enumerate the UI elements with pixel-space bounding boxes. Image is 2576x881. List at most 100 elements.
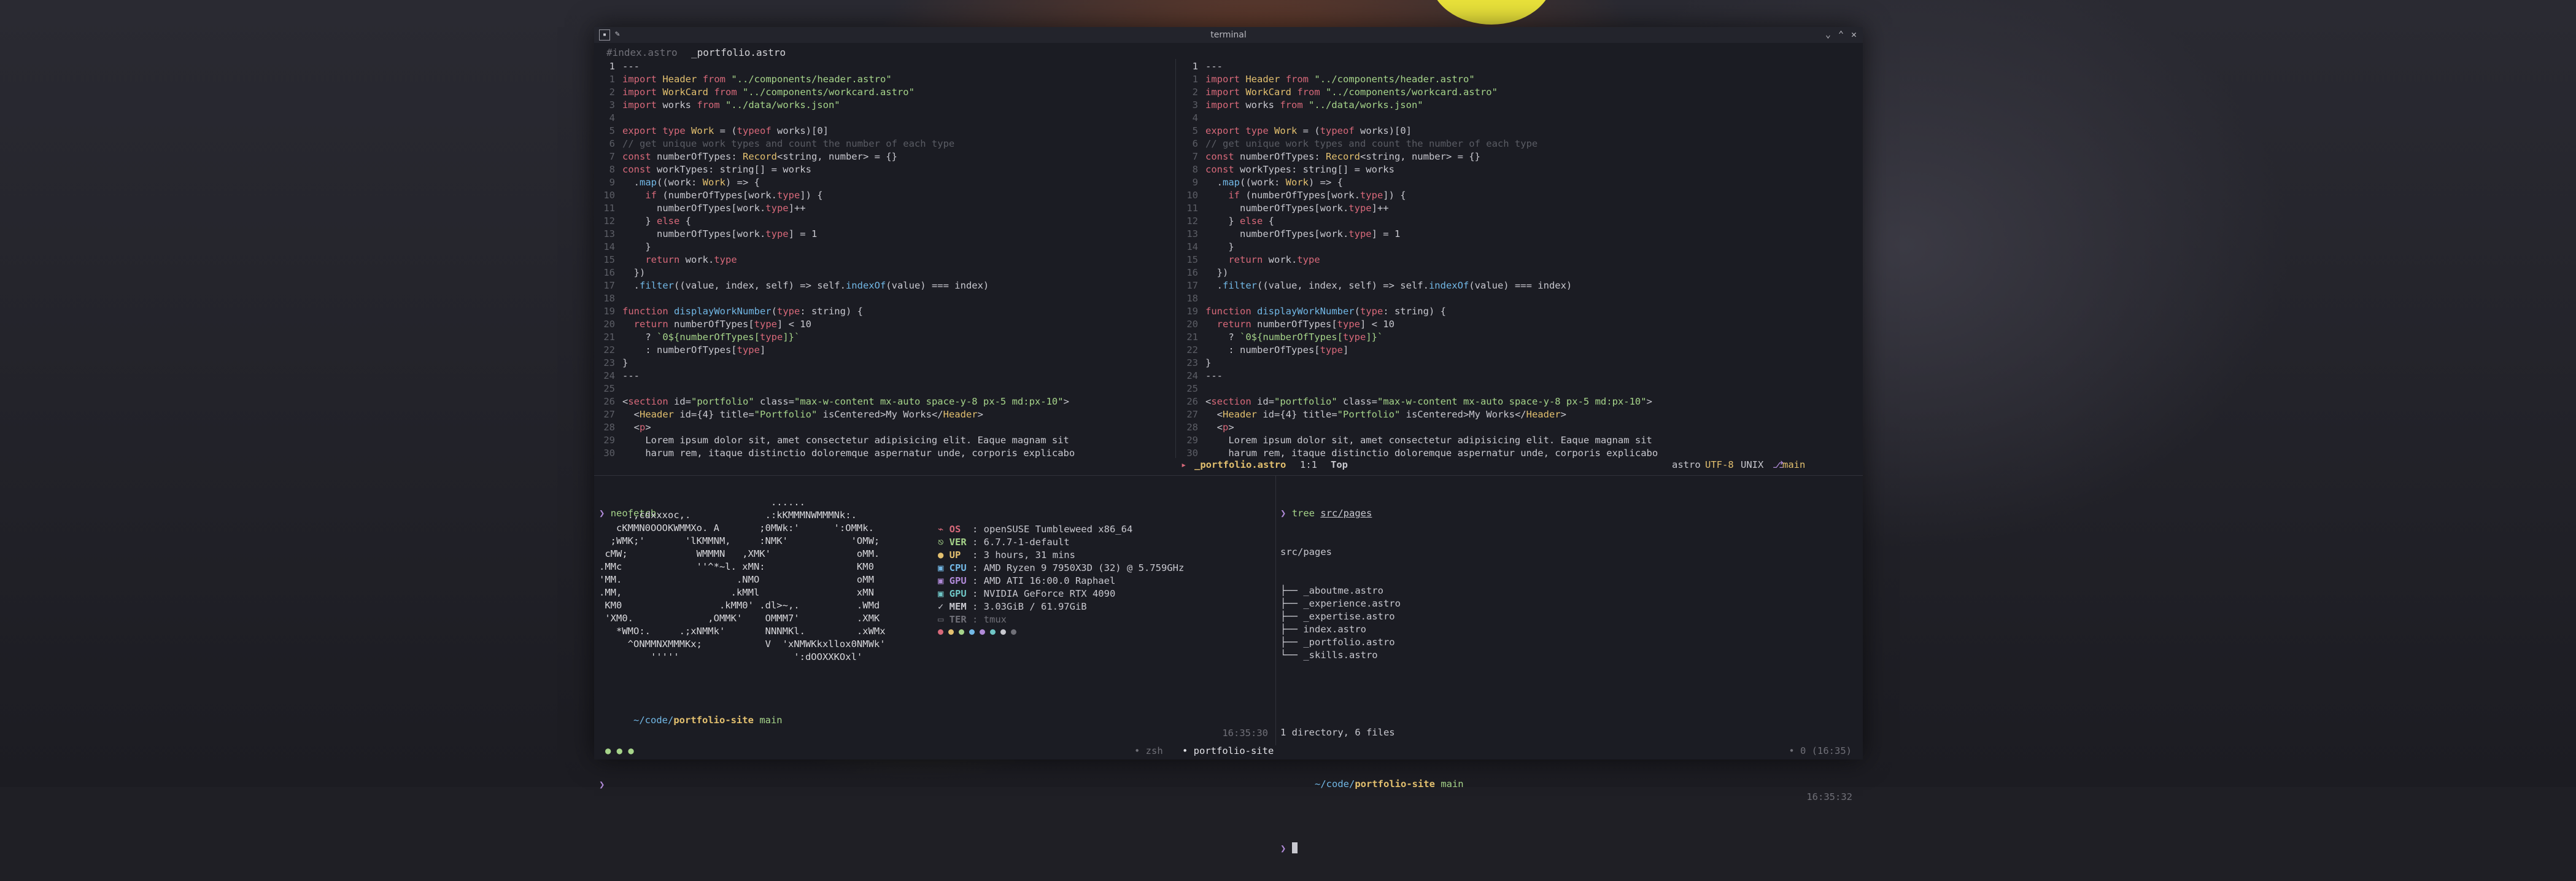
- code-line[interactable]: 11 numberOfTypes[work.type]++: [594, 202, 1174, 215]
- code-line[interactable]: 25: [1177, 382, 1859, 395]
- command-arg: src/pages: [1320, 508, 1372, 519]
- ascii-art-line: ''''' ':dOOXXKOxl': [599, 651, 863, 662]
- code-line[interactable]: 1 ---: [1177, 60, 1859, 73]
- shell-pane-tree[interactable]: ❯ tree src/pages src/pages ├── _aboutme.…: [1280, 481, 1857, 881]
- terminal-window[interactable]: ▪ ✎ terminal ⌄ ⌃ ✕ #index.astro _portfol…: [594, 27, 1863, 854]
- code-line[interactable]: 13 numberOfTypes[work.type] = 1: [594, 228, 1174, 241]
- code-line[interactable]: 7 const numberOfTypes: Record<string, num…: [594, 150, 1174, 163]
- code-line[interactable]: 4: [1177, 112, 1859, 125]
- sysinfo-label: TER: [949, 614, 972, 625]
- code-line[interactable]: 5 export type Work = (typeof works)[0]: [1177, 125, 1859, 138]
- code-line[interactable]: 5 export type Work = (typeof works)[0]: [594, 125, 1174, 138]
- line-number: 5: [1192, 125, 1198, 136]
- code-line[interactable]: 12 } else {: [1177, 215, 1859, 228]
- code-line[interactable]: 18: [1177, 292, 1859, 305]
- code-line[interactable]: 22 : numberOfTypes[type]: [594, 344, 1174, 357]
- code-line[interactable]: 21 ? `0${numberOfTypes[type]}`: [1177, 331, 1859, 344]
- code-text: numberOfTypes[work.type] = 1: [1205, 228, 1401, 239]
- code-line[interactable]: 20 return numberOfTypes[type] < 10: [594, 318, 1174, 331]
- code-line[interactable]: 24 ---: [594, 370, 1174, 382]
- tmux-window-portfolio-site[interactable]: • portfolio-site: [1182, 745, 1274, 756]
- code-line[interactable]: 6 // get unique work types and count the …: [1177, 138, 1859, 150]
- sysinfo-row: ▣ GPU : AMD ATI 16:00.0 Raphael: [938, 575, 1269, 588]
- code-line[interactable]: 4: [594, 112, 1174, 125]
- code-text: .filter((value, index, self) => self.ind…: [622, 280, 989, 291]
- tab-portfolio-astro[interactable]: _portfolio.astro: [691, 47, 786, 58]
- code-line[interactable]: 14 }: [594, 241, 1174, 254]
- code-line[interactable]: 9 .map((work: Work) => {: [594, 176, 1174, 189]
- sysinfo-value: : tmux: [972, 614, 1007, 625]
- code-line[interactable]: 25: [594, 382, 1174, 395]
- code-line[interactable]: 30 harum rem, itaque distinctio doloremq…: [1177, 447, 1859, 458]
- tmux-window-zsh[interactable]: • zsh: [1134, 745, 1163, 756]
- code-line[interactable]: 3 import works from "../data/works.json": [594, 99, 1174, 112]
- editor-statusline: ▸ _portfolio.astro 1:1 Top astro UTF-8 U…: [1176, 459, 1857, 472]
- pane-divider-horizontal[interactable]: [594, 475, 1863, 476]
- code-line[interactable]: 9 .map((work: Work) => {: [1177, 176, 1859, 189]
- code-text: } else {: [1205, 215, 1274, 227]
- code-line[interactable]: 2 import WorkCard from "../components/wor…: [594, 86, 1174, 99]
- code-line[interactable]: 20 return numberOfTypes[type] < 10: [1177, 318, 1859, 331]
- code-line[interactable]: 3 import works from "../data/works.json": [1177, 99, 1859, 112]
- code-line[interactable]: 28 <p>: [1177, 421, 1859, 434]
- line-number: 1: [1192, 61, 1198, 72]
- pane-divider-vertical[interactable]: [1275, 475, 1276, 745]
- code-line[interactable]: 23}: [594, 357, 1174, 370]
- code-line[interactable]: 22 : numberOfTypes[type]: [1177, 344, 1859, 357]
- code-line[interactable]: 26 <section id="portfolio" class="max-w-c…: [594, 395, 1174, 408]
- code-line[interactable]: 14 }: [1177, 241, 1859, 254]
- code-line[interactable]: 21 ? `0${numberOfTypes[type]}`: [594, 331, 1174, 344]
- line-number: 24: [1186, 370, 1198, 381]
- code-line[interactable]: 29 Lorem ipsum dolor sit, amet consectet…: [1177, 434, 1859, 447]
- code-line[interactable]: 1 import Header from "../components/heade…: [1177, 73, 1859, 86]
- code-line[interactable]: 7 const numberOfTypes: Record<string, num…: [1177, 150, 1859, 163]
- code-line[interactable]: 15 return work.type: [594, 254, 1174, 266]
- editor-pane-right[interactable]: 1 --- 1 import Header from "../components/h…: [1177, 60, 1859, 458]
- minimize-icon[interactable]: ⌄: [1825, 29, 1831, 40]
- code-line[interactable]: 17 .filter((value, index, self) => self.…: [594, 279, 1174, 292]
- code-line[interactable]: 23}: [1177, 357, 1859, 370]
- code-line[interactable]: 24 ---: [1177, 370, 1859, 382]
- code-line[interactable]: 12 } else {: [594, 215, 1174, 228]
- palette-swatch: [959, 629, 964, 635]
- code-line[interactable]: 1 import Header from "../components/heade…: [594, 73, 1174, 86]
- code-line[interactable]: 18: [594, 292, 1174, 305]
- code-line[interactable]: 19 function displayWorkNumber(type: strin…: [1177, 305, 1859, 318]
- code-line[interactable]: 28 <p>: [594, 421, 1174, 434]
- code-text: if (numberOfTypes[work.type]) {: [1228, 190, 1406, 201]
- close-icon[interactable]: ✕: [1851, 29, 1857, 40]
- code-line[interactable]: 6 // get unique work types and count the …: [594, 138, 1174, 150]
- code-line[interactable]: 10 if (numberOfTypes[work.type]) {: [594, 189, 1174, 202]
- code-line[interactable]: 13 numberOfTypes[work.type] = 1: [1177, 228, 1859, 241]
- code-line[interactable]: 1 ---: [594, 60, 1174, 73]
- window-titlebar[interactable]: ▪ ✎ terminal ⌄ ⌃ ✕: [594, 27, 1863, 43]
- code-line[interactable]: 2 import WorkCard from "../components/wor…: [1177, 86, 1859, 99]
- code-line[interactable]: 8 const workTypes: string[] = works: [594, 163, 1174, 176]
- code-text: return work.type: [1228, 254, 1320, 265]
- neofetch-ascii-logo: ...... .,cdxxxoc,. .:kKMMMNWMMMNk:. cKMM…: [599, 496, 943, 664]
- code-line[interactable]: 16 }): [1177, 266, 1859, 279]
- code-line[interactable]: 16 }): [594, 266, 1174, 279]
- code-line[interactable]: 8 const workTypes: string[] = works: [1177, 163, 1859, 176]
- code-line[interactable]: 11 numberOfTypes[work.type]++: [1177, 202, 1859, 215]
- code-line[interactable]: 29 Lorem ipsum dolor sit, amet consectet…: [594, 434, 1174, 447]
- ascii-art-line: cMW; WMMMN ,XMK' oMM.: [599, 548, 880, 559]
- code-line[interactable]: 26 <section id="portfolio" class="max-w-c…: [1177, 395, 1859, 408]
- maximize-icon[interactable]: ⌃: [1838, 29, 1844, 40]
- line-number: 28: [603, 422, 615, 433]
- code-line[interactable]: 10 if (numberOfTypes[work.type]) {: [1177, 189, 1859, 202]
- line-number: 20: [1186, 319, 1198, 330]
- line-number: 29: [1186, 435, 1198, 446]
- code-line[interactable]: 19 function displayWorkNumber(type: strin…: [594, 305, 1174, 318]
- code-line[interactable]: 27 <Header id={4} title="Portfolio" isCe…: [1177, 408, 1859, 421]
- editor-pane-left[interactable]: 1 --- 1 import Header from "../components/h…: [594, 60, 1174, 458]
- code-line[interactable]: 17 .filter((value, index, self) => self.…: [1177, 279, 1859, 292]
- code-line[interactable]: 30 harum rem, itaque distinctio doloremq…: [594, 447, 1174, 458]
- code-line[interactable]: 15 return work.type: [1177, 254, 1859, 266]
- code-text: .filter((value, index, self) => self.ind…: [1205, 280, 1572, 291]
- editor-split-divider[interactable]: [1175, 59, 1176, 458]
- tab-index-astro[interactable]: #index.astro: [606, 47, 678, 58]
- code-line[interactable]: 27 <Header id={4} title="Portfolio" isCe…: [594, 408, 1174, 421]
- ascii-art-line: .MMc ''^*~l. xMN: KM0: [599, 561, 874, 572]
- line-number: 13: [1186, 228, 1198, 239]
